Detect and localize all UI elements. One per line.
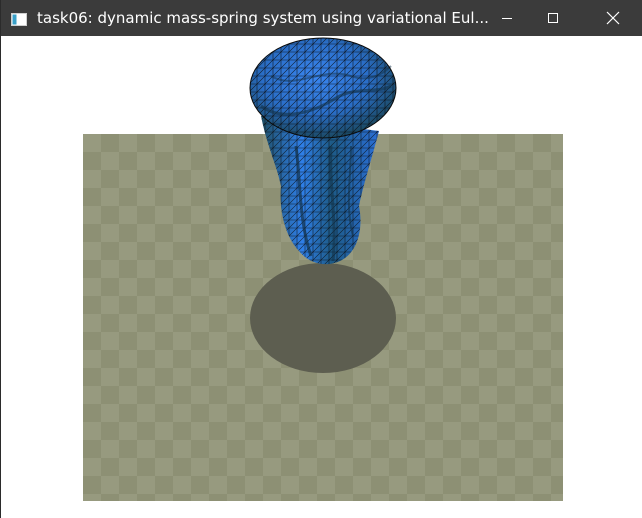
- mesh-shadow: [250, 263, 396, 373]
- minimize-icon: [502, 18, 512, 19]
- app-window: task06: dynamic mass-spring system using…: [0, 0, 642, 518]
- window-title: task06: dynamic mass-spring system using…: [37, 9, 489, 27]
- title-bar[interactable]: task06: dynamic mass-spring system using…: [1, 0, 642, 36]
- render-viewport[interactable]: [1, 36, 642, 518]
- maximize-icon: [548, 13, 558, 23]
- cloth-mesh: [249, 37, 397, 265]
- close-button[interactable]: [590, 0, 636, 36]
- maximize-button[interactable]: [530, 0, 576, 36]
- app-window-icon: [11, 11, 27, 26]
- close-icon: [606, 11, 620, 25]
- minimize-button[interactable]: [484, 0, 530, 36]
